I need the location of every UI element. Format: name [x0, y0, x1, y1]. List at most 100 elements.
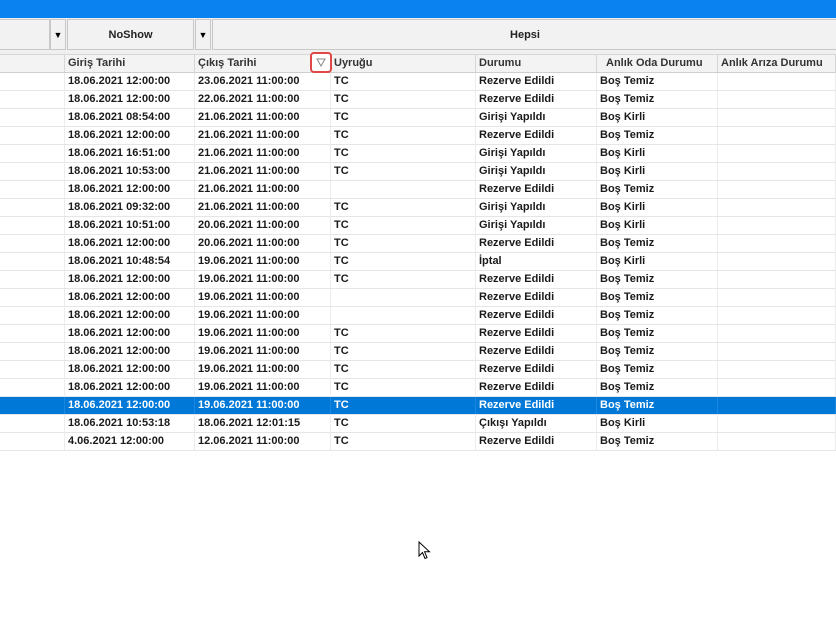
cell-giris-tarihi[interactable]: 18.06.2021 12:00:00 [65, 397, 195, 414]
cell-blank[interactable] [0, 361, 65, 378]
cell-anlik-ariza-durumu[interactable] [718, 253, 836, 270]
cell-uyrugu[interactable]: TC [331, 415, 476, 432]
cell-uyrugu[interactable] [331, 307, 476, 324]
cell-cikis-tarihi[interactable]: 21.06.2021 11:00:00 [195, 127, 331, 144]
cell-anlik-oda-durumu[interactable]: Boş Kirli [597, 415, 718, 432]
cell-uyrugu[interactable] [331, 181, 476, 198]
cell-anlik-oda-durumu[interactable]: Boş Temiz [597, 271, 718, 288]
cell-cikis-tarihi[interactable]: 19.06.2021 11:00:00 [195, 289, 331, 306]
column-filter-button[interactable] [310, 52, 332, 73]
cell-anlik-ariza-durumu[interactable] [718, 379, 836, 396]
cell-uyrugu[interactable]: TC [331, 397, 476, 414]
cell-cikis-tarihi[interactable]: 19.06.2021 11:00:00 [195, 379, 331, 396]
cell-durumu[interactable]: Girişi Yapıldı [476, 145, 597, 162]
cell-anlik-ariza-durumu[interactable] [718, 415, 836, 432]
cell-anlik-oda-durumu[interactable]: Boş Kirli [597, 145, 718, 162]
filter-dropdown-noshow[interactable]: ▼ [195, 19, 211, 50]
cell-giris-tarihi[interactable]: 18.06.2021 12:00:00 [65, 379, 195, 396]
cell-anlik-oda-durumu[interactable]: Boş Temiz [597, 361, 718, 378]
cell-giris-tarihi[interactable]: 18.06.2021 09:32:00 [65, 199, 195, 216]
cell-uyrugu[interactable]: TC [331, 217, 476, 234]
cell-durumu[interactable]: Rezerve Edildi [476, 361, 597, 378]
cell-anlik-ariza-durumu[interactable] [718, 289, 836, 306]
cell-anlik-ariza-durumu[interactable] [718, 73, 836, 90]
table-row[interactable]: 18.06.2021 12:00:00 19.06.2021 11:00:00 TC… [0, 325, 836, 343]
table-row[interactable]: 18.06.2021 12:00:00 20.06.2021 11:00:00 TC… [0, 235, 836, 253]
cell-durumu[interactable]: Girişi Yapıldı [476, 199, 597, 216]
table-row[interactable]: 18.06.2021 12:00:00 19.06.2021 11:00:00 TC… [0, 271, 836, 289]
header-giris-tarihi[interactable]: Giriş Tarihi [65, 55, 195, 72]
cell-cikis-tarihi[interactable]: 19.06.2021 11:00:00 [195, 361, 331, 378]
cell-cikis-tarihi[interactable]: 19.06.2021 11:00:00 [195, 397, 331, 414]
cell-durumu[interactable]: Rezerve Edildi [476, 181, 597, 198]
cell-anlik-ariza-durumu[interactable] [718, 181, 836, 198]
cell-cikis-tarihi[interactable]: 22.06.2021 11:00:00 [195, 91, 331, 108]
cell-uyrugu[interactable]: TC [331, 91, 476, 108]
cell-anlik-ariza-durumu[interactable] [718, 91, 836, 108]
cell-blank[interactable] [0, 433, 65, 450]
table-row[interactable]: 18.06.2021 12:00:00 19.06.2021 11:00:00 Re… [0, 289, 836, 307]
noshow-filter[interactable]: NoShow [67, 19, 194, 50]
header-anlik-oda-durumu[interactable]: Anlık Oda Durumu [597, 55, 718, 72]
cell-cikis-tarihi[interactable]: 20.06.2021 11:00:00 [195, 235, 331, 252]
table-row-selected[interactable]: 18.06.2021 12:00:00 19.06.2021 11:00:00 TC… [0, 397, 836, 415]
table-row[interactable]: 18.06.2021 12:00:00 19.06.2021 11:00:00 TC… [0, 361, 836, 379]
cell-uyrugu[interactable]: TC [331, 343, 476, 360]
cell-cikis-tarihi[interactable]: 21.06.2021 11:00:00 [195, 145, 331, 162]
cell-anlik-oda-durumu[interactable]: Boş Temiz [597, 181, 718, 198]
cell-uyrugu[interactable]: TC [331, 145, 476, 162]
cell-cikis-tarihi[interactable]: 19.06.2021 11:00:00 [195, 253, 331, 270]
cell-giris-tarihi[interactable]: 18.06.2021 12:00:00 [65, 343, 195, 360]
cell-durumu[interactable]: Girişi Yapıldı [476, 109, 597, 126]
cell-anlik-ariza-durumu[interactable] [718, 235, 836, 252]
filter-dropdown-left[interactable]: ▼ [50, 19, 66, 50]
cell-giris-tarihi[interactable]: 18.06.2021 10:51:00 [65, 217, 195, 234]
cell-uyrugu[interactable]: TC [331, 109, 476, 126]
cell-durumu[interactable]: Rezerve Edildi [476, 307, 597, 324]
cell-uyrugu[interactable]: TC [331, 235, 476, 252]
cell-cikis-tarihi[interactable]: 18.06.2021 12:01:15 [195, 415, 331, 432]
cell-anlik-oda-durumu[interactable]: Boş Temiz [597, 379, 718, 396]
cell-blank[interactable] [0, 235, 65, 252]
cell-durumu[interactable]: Rezerve Edildi [476, 325, 597, 342]
cell-cikis-tarihi[interactable]: 21.06.2021 11:00:00 [195, 199, 331, 216]
header-anlik-ariza-durumu[interactable]: Anlık Arıza Durumu [718, 55, 836, 72]
cell-durumu[interactable]: Rezerve Edildi [476, 433, 597, 450]
cell-giris-tarihi[interactable]: 18.06.2021 12:00:00 [65, 235, 195, 252]
cell-uyrugu[interactable]: TC [331, 253, 476, 270]
cell-cikis-tarihi[interactable]: 19.06.2021 11:00:00 [195, 325, 331, 342]
table-row[interactable]: 18.06.2021 12:00:00 19.06.2021 11:00:00 TC… [0, 343, 836, 361]
table-row[interactable]: 18.06.2021 09:32:00 21.06.2021 11:00:00 TC… [0, 199, 836, 217]
cell-anlik-oda-durumu[interactable]: Boş Temiz [597, 397, 718, 414]
cell-anlik-oda-durumu[interactable]: Boş Temiz [597, 325, 718, 342]
cell-uyrugu[interactable]: TC [331, 361, 476, 378]
cell-durumu[interactable]: Rezerve Edildi [476, 91, 597, 108]
cell-anlik-oda-durumu[interactable]: Boş Temiz [597, 91, 718, 108]
cell-cikis-tarihi[interactable]: 21.06.2021 11:00:00 [195, 163, 331, 180]
cell-blank[interactable] [0, 415, 65, 432]
cell-durumu[interactable]: İptal [476, 253, 597, 270]
cell-anlik-oda-durumu[interactable]: Boş Temiz [597, 289, 718, 306]
cell-durumu[interactable]: Rezerve Edildi [476, 289, 597, 306]
filter-box-left[interactable] [0, 19, 50, 50]
table-row[interactable]: 18.06.2021 12:00:00 19.06.2021 11:00:00 TC… [0, 379, 836, 397]
cell-blank[interactable] [0, 397, 65, 414]
cell-durumu[interactable]: Rezerve Edildi [476, 127, 597, 144]
cell-giris-tarihi[interactable]: 18.06.2021 10:53:18 [65, 415, 195, 432]
cell-blank[interactable] [0, 127, 65, 144]
cell-durumu[interactable]: Girişi Yapıldı [476, 163, 597, 180]
cell-durumu[interactable]: Girişi Yapıldı [476, 217, 597, 234]
cell-blank[interactable] [0, 307, 65, 324]
cell-cikis-tarihi[interactable]: 19.06.2021 11:00:00 [195, 307, 331, 324]
cell-anlik-ariza-durumu[interactable] [718, 343, 836, 360]
cell-anlik-oda-durumu[interactable]: Boş Kirli [597, 199, 718, 216]
cell-uyrugu[interactable]: TC [331, 163, 476, 180]
table-row[interactable]: 4.06.2021 12:00:00 12.06.2021 11:00:00 TC R… [0, 433, 836, 451]
cell-giris-tarihi[interactable]: 18.06.2021 12:00:00 [65, 325, 195, 342]
cell-durumu[interactable]: Rezerve Edildi [476, 235, 597, 252]
cell-giris-tarihi[interactable]: 18.06.2021 10:53:00 [65, 163, 195, 180]
cell-cikis-tarihi[interactable]: 20.06.2021 11:00:00 [195, 217, 331, 234]
cell-blank[interactable] [0, 73, 65, 90]
cell-anlik-oda-durumu[interactable]: Boş Temiz [597, 235, 718, 252]
table-row[interactable]: 18.06.2021 12:00:00 19.06.2021 11:00:00 Re… [0, 307, 836, 325]
